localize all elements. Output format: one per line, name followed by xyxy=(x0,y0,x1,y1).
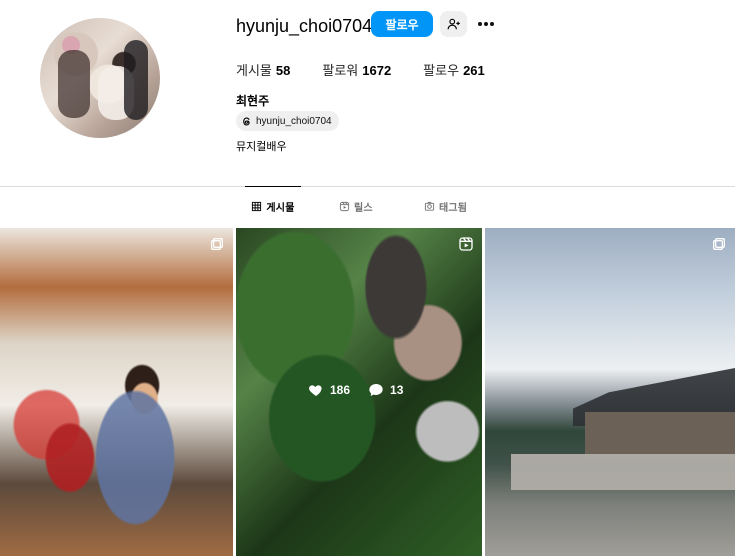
threads-icon xyxy=(241,116,252,127)
palace-steps xyxy=(511,454,735,490)
post-tile[interactable] xyxy=(485,228,735,556)
avatar-person-right xyxy=(124,40,148,120)
tab-tagged-label: 태그됨 xyxy=(439,202,468,214)
post-comments: 13 xyxy=(368,382,403,398)
profile-stats: 게시물 58 팔로워 1672 팔로우 261 xyxy=(236,60,485,79)
heart-icon xyxy=(308,382,324,398)
threads-link-chip[interactable]: hyunju_choi0704 xyxy=(236,111,339,131)
post-like-count: 186 xyxy=(330,383,351,397)
post-likes: 186 xyxy=(308,382,350,398)
stat-following-label: 팔로우 xyxy=(423,63,460,78)
posts-grid: 186 13 xyxy=(0,228,735,556)
stat-posts-label: 게시물 xyxy=(236,63,272,78)
stat-followers[interactable]: 팔로워 1672 xyxy=(322,60,391,79)
stat-following-value: 261 xyxy=(463,63,485,78)
stat-posts-value: 58 xyxy=(275,63,291,78)
suggested-accounts-button[interactable] xyxy=(440,11,467,37)
profile-avatar[interactable] xyxy=(40,18,160,138)
stat-following[interactable]: 팔로우 261 xyxy=(423,60,485,79)
profile-bio: 뮤지컬배우 xyxy=(236,141,287,153)
follow-button[interactable]: 팔로우 xyxy=(371,11,433,37)
threads-handle: hyunju_choi0704 xyxy=(256,115,332,127)
reels-icon xyxy=(339,201,350,212)
tab-reels-label: 릴스 xyxy=(354,202,373,214)
more-options-button[interactable] xyxy=(475,14,497,34)
reel-icon xyxy=(458,236,474,252)
stat-followers-value: 1672 xyxy=(362,63,392,78)
tab-posts-label: 게시물 xyxy=(266,202,295,214)
carousel-icon xyxy=(209,236,225,252)
profile-tabs: 게시물 릴스 태그됨 xyxy=(245,186,485,226)
post-comment-count: 13 xyxy=(390,383,404,397)
tagged-icon xyxy=(424,201,435,212)
person-add-icon xyxy=(447,17,461,31)
tab-reels[interactable]: 릴스 xyxy=(339,186,373,226)
tab-posts[interactable]: 게시물 xyxy=(245,186,301,226)
more-icon xyxy=(477,21,495,27)
profile-full-name: 최현주 xyxy=(236,94,270,108)
avatar-person-left xyxy=(58,50,90,118)
stat-followers-label: 팔로워 xyxy=(322,63,359,78)
profile-username: hyunju_choi0704 xyxy=(236,16,373,36)
post-engagement: 186 13 xyxy=(308,382,403,398)
comment-icon xyxy=(368,382,384,398)
carousel-icon xyxy=(711,236,727,252)
grid-icon xyxy=(251,201,262,212)
tab-tagged[interactable]: 태그됨 xyxy=(424,186,467,226)
palace-hall xyxy=(585,412,735,460)
post-tile[interactable]: 186 13 xyxy=(236,228,482,556)
post-tile[interactable] xyxy=(0,228,233,556)
stat-posts[interactable]: 게시물 58 xyxy=(236,60,290,79)
